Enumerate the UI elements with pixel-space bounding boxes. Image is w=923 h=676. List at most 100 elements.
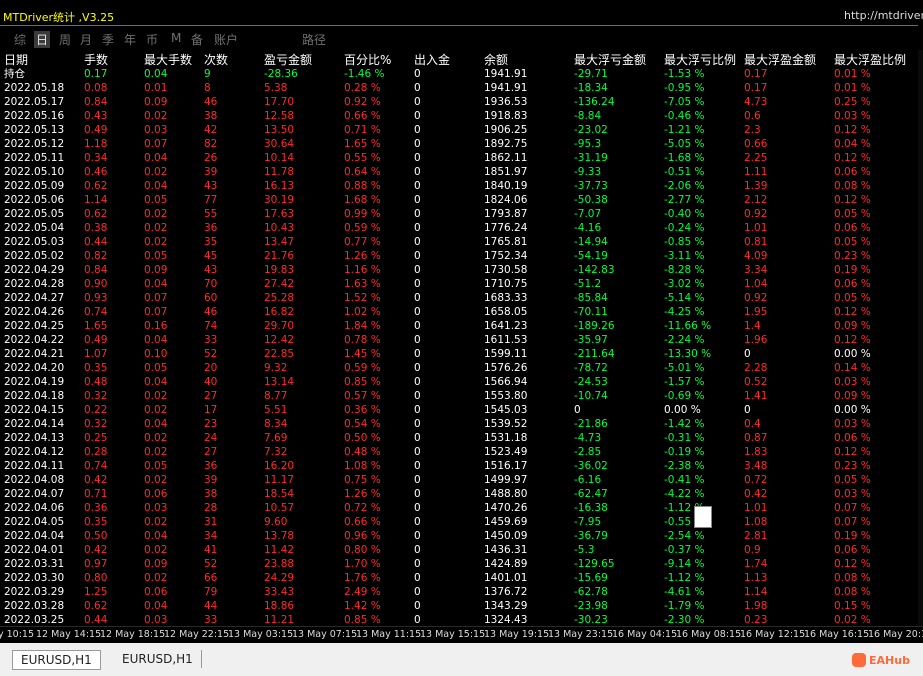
cell-max-float-profit: 0.17 <box>744 82 768 94</box>
column-header-max-float-profit[interactable]: 最大浮盈金额 <box>744 52 816 68</box>
cell-max-float-profit-pct: 0.07 % <box>834 516 871 528</box>
cell-deposit: 0 <box>414 306 421 318</box>
tab-account[interactable]: 账户 <box>214 31 238 48</box>
cell-max-float-profit-pct: 0.23 % <box>834 250 871 262</box>
tab-week[interactable]: 周 <box>59 31 71 48</box>
column-header-date[interactable]: 日期 <box>4 52 28 68</box>
cell-deposit: 0 <box>414 222 421 234</box>
cell-lots: 0.32 <box>84 390 108 402</box>
cell-lots: 0.62 <box>84 600 108 612</box>
cell-percent: 0.92 % <box>344 96 381 108</box>
cell-deposit: 0 <box>414 138 421 150</box>
cell-percent: 0.85 % <box>344 376 381 388</box>
cell-max-lots: 0.02 <box>144 404 168 416</box>
cell-max-float-loss-pct: -1.53 % <box>664 68 705 80</box>
cell-max-float-profit: 0.81 <box>744 236 768 248</box>
cell-max-float-profit: 0.9 <box>744 544 761 556</box>
cell-max-lots: 0.02 <box>144 110 168 122</box>
column-header-deposit[interactable]: 出入金 <box>414 52 450 68</box>
cell-count: 24 <box>204 432 218 444</box>
cell-max-float-loss: -7.07 <box>574 208 602 220</box>
cell-max-float-profit: 0.23 <box>744 614 768 626</box>
cell-max-float-loss: -36.02 <box>574 460 608 472</box>
table-row: 2022.04.13 0.25 0.02 24 7.69 0.50 % 0 1531.18 -4… <box>0 431 918 445</box>
cell-max-float-profit: 0.92 <box>744 292 768 304</box>
time-axis-tick: 13 May 11:15 <box>356 629 422 640</box>
column-header-max-float-profit-pct[interactable]: 最大浮盈比例 <box>834 52 906 68</box>
table-row: 2022.04.21 1.07 0.10 52 22.85 1.45 % 0 1599.11 -… <box>0 347 918 361</box>
tab-month[interactable]: 月 <box>80 31 92 48</box>
tab-quarter[interactable]: 季 <box>102 31 114 48</box>
cell-max-float-profit-pct: 0.23 % <box>834 460 871 472</box>
column-header-count[interactable]: 次数 <box>204 52 228 68</box>
cell-max-float-profit-pct: 0.05 % <box>834 292 871 304</box>
cell-max-float-profit: 4.09 <box>744 250 768 262</box>
cell-max-float-profit-pct: 0.01 % <box>834 82 871 94</box>
table-row: 2022.04.04 0.50 0.04 34 13.78 0.96 % 0 1450.09 -… <box>0 529 918 543</box>
column-header-percent[interactable]: 百分比% <box>344 52 391 68</box>
cell-max-float-profit: 0.52 <box>744 376 768 388</box>
cell-count: 26 <box>204 152 218 164</box>
cell-percent: 0.55 % <box>344 152 381 164</box>
cell-pnl: 16.13 <box>264 180 295 192</box>
cell-pnl: 21.76 <box>264 250 295 262</box>
watermark-logo: EAHub <box>852 653 910 667</box>
cell-max-float-profit: 0.92 <box>744 208 768 220</box>
cell-max-float-loss: -54.19 <box>574 250 608 262</box>
cell-date: 2022.04.21 <box>4 348 65 360</box>
cell-max-float-profit: 0.6 <box>744 110 761 122</box>
tab-currency[interactable]: 币 <box>146 31 158 48</box>
cell-max-float-profit-pct: 0.12 % <box>834 446 871 458</box>
cell-max-float-profit-pct: 0.03 % <box>834 418 871 430</box>
symbol-tab-2[interactable]: EURUSD,H1 <box>114 650 202 668</box>
tab-summary[interactable]: 综 <box>14 31 26 48</box>
cell-lots: 0.49 <box>84 124 108 136</box>
cell-max-float-loss: -142.83 <box>574 264 615 276</box>
cell-percent: 0.59 % <box>344 362 381 374</box>
cell-max-float-loss-pct: -0.69 % <box>664 390 705 402</box>
cell-max-float-loss-pct: -7.05 % <box>664 96 705 108</box>
tab-note[interactable]: 备 <box>191 31 203 48</box>
cell-max-float-loss: -70.11 <box>574 306 608 318</box>
site-url-link[interactable]: http://mtdriver.cn <box>844 9 923 22</box>
cell-percent: 2.49 % <box>344 586 381 598</box>
cell-date: 2022.04.15 <box>4 404 65 416</box>
tab-year[interactable]: 年 <box>124 31 136 48</box>
tab-path[interactable]: 路径 <box>302 31 326 48</box>
cell-percent: 0.72 % <box>344 502 381 514</box>
cell-deposit: 0 <box>414 250 421 262</box>
cell-lots: 1.25 <box>84 586 108 598</box>
cell-max-lots: 0.04 <box>144 152 168 164</box>
cell-percent: 0.66 % <box>344 516 381 528</box>
cell-percent: 0.36 % <box>344 404 381 416</box>
cell-max-float-profit: 1.11 <box>744 166 768 178</box>
cell-pnl: 25.28 <box>264 292 295 304</box>
tab-magic[interactable]: M <box>171 31 181 45</box>
cell-date: 2022.03.25 <box>4 614 65 626</box>
cell-count: 77 <box>204 194 218 206</box>
cell-deposit: 0 <box>414 418 421 430</box>
cell-count: 34 <box>204 530 218 542</box>
symbol-tab-1[interactable]: EURUSD,H1 <box>12 650 101 670</box>
cell-max-float-loss: -7.95 <box>574 516 602 528</box>
vertical-scrollbar[interactable] <box>918 50 923 626</box>
cell-lots: 0.22 <box>84 404 108 416</box>
column-header-balance[interactable]: 余额 <box>484 52 508 68</box>
cell-max-float-profit: 4.73 <box>744 96 768 108</box>
column-header-lots[interactable]: 手数 <box>84 52 108 68</box>
table-row: 2022.04.26 0.74 0.07 46 16.82 1.02 % 0 1658.05 -… <box>0 305 918 319</box>
cell-pnl: 7.32 <box>264 446 288 458</box>
cell-pnl: -28.36 <box>264 68 298 80</box>
cell-max-lots: 0.04 <box>144 418 168 430</box>
cell-max-lots: 0.02 <box>144 390 168 402</box>
column-header-pnl[interactable]: 盈亏金额 <box>264 52 312 68</box>
cell-max-lots: 0.07 <box>144 292 168 304</box>
cell-count: 23 <box>204 418 218 430</box>
cell-max-float-loss: -18.34 <box>574 82 608 94</box>
cell-percent: 1.52 % <box>344 292 381 304</box>
cell-lots: 0.62 <box>84 180 108 192</box>
tab-day[interactable]: 日 <box>34 31 51 48</box>
column-header-max-float-loss-pct[interactable]: 最大浮亏比例 <box>664 52 736 68</box>
column-header-max-float-loss[interactable]: 最大浮亏金额 <box>574 52 646 68</box>
column-header-max-lots[interactable]: 最大手数 <box>144 52 192 68</box>
